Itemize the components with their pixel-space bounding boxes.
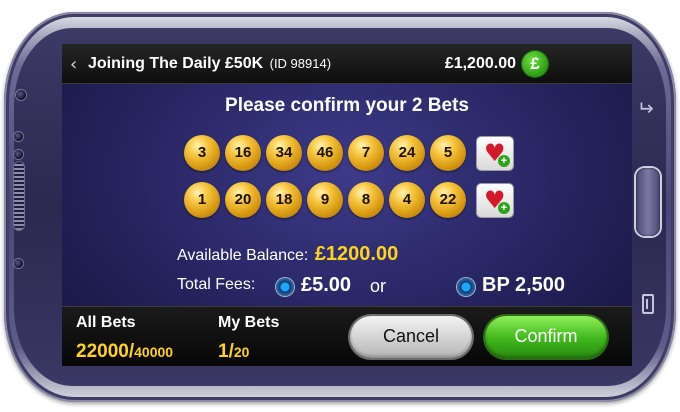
confirm-button[interactable]: Confirm — [485, 316, 607, 358]
lottery-ball: 22 — [430, 182, 466, 218]
lottery-ball: 1 — [184, 182, 220, 218]
lottery-ball: 20 — [225, 182, 261, 218]
confirm-heading: Please confirm your 2 Bets — [225, 95, 469, 116]
lottery-ball: 3 — [184, 135, 220, 171]
all-bets-label: All Bets — [76, 314, 136, 331]
plus-icon: + — [498, 155, 510, 167]
lottery-ball: 5 — [430, 135, 466, 171]
event-title-text: Joining The Daily £50K — [88, 55, 264, 72]
fee-cash-value: £5.00 — [301, 274, 352, 296]
header-balance: £1,200.00 — [444, 55, 516, 72]
back-chevron-icon[interactable]: ‹ — [70, 54, 77, 75]
hardware-back-icon[interactable]: ↵ — [637, 96, 654, 120]
light-sensor — [14, 150, 23, 159]
fee-cash-radio[interactable] — [276, 278, 294, 296]
all-bets-current: 22000/ — [76, 341, 135, 362]
fee-or-text: or — [370, 276, 387, 296]
footer-bar: All Bets 22000/40000 My Bets 1/20 Cancel… — [62, 306, 632, 366]
my-bets-count: 1/20 — [218, 341, 249, 363]
my-bets-total: 20 — [233, 344, 250, 360]
event-title: Joining The Daily £50K (ID 98914) — [88, 55, 331, 73]
notification-led — [14, 259, 23, 268]
total-fees: Total Fees: £5.00 or BP 2,500 — [177, 274, 627, 300]
my-bets-label: My Bets — [218, 314, 280, 331]
lottery-ball: 46 — [307, 135, 343, 171]
all-bets-total: 40000 — [134, 344, 174, 360]
bet-row-1: 3 16 34 46 7 24 5 ♥ + — [184, 135, 524, 173]
phone-speaker-grille — [14, 162, 24, 230]
home-button[interactable] — [636, 168, 660, 236]
fee-bp-value: BP 2,500 — [482, 274, 566, 296]
lottery-ball: 34 — [266, 135, 302, 171]
available-balance: Available Balance: £1200.00 — [177, 243, 398, 266]
lottery-ball: 8 — [348, 182, 384, 218]
top-bar: ‹ Joining The Daily £50K (ID 98914) £1,2… — [62, 44, 632, 84]
lottery-ball: 7 — [348, 135, 384, 171]
front-camera — [16, 90, 26, 100]
my-bets-current: 1/ — [218, 341, 234, 362]
hardware-menu-icon[interactable] — [642, 294, 654, 314]
all-bets-count: 22000/40000 — [76, 341, 173, 363]
app-screen: ‹ Joining The Daily £50K (ID 98914) £1,2… — [62, 44, 632, 366]
add-favourite-button[interactable]: ♥ + — [477, 184, 513, 217]
available-balance-value: £1200.00 — [314, 243, 399, 265]
lottery-ball: 4 — [389, 182, 425, 218]
total-fees-label: Total Fees: — [177, 276, 256, 293]
event-id: (ID 98914) — [269, 56, 332, 71]
lottery-ball: 9 — [307, 182, 343, 218]
proximity-sensor — [14, 132, 23, 141]
lottery-ball: 16 — [225, 135, 261, 171]
lottery-ball: 24 — [389, 135, 425, 171]
add-favourite-button[interactable]: ♥ + — [477, 137, 513, 170]
lottery-ball: 18 — [266, 182, 302, 218]
cancel-button[interactable]: Cancel — [350, 316, 472, 358]
plus-icon: + — [498, 202, 510, 214]
pound-cash-icon[interactable]: £ — [522, 51, 548, 77]
fee-bp-radio[interactable] — [457, 278, 475, 296]
available-balance-label: Available Balance: — [177, 247, 309, 264]
bet-row-2: 1 20 18 9 8 4 22 ♥ + — [184, 182, 524, 220]
